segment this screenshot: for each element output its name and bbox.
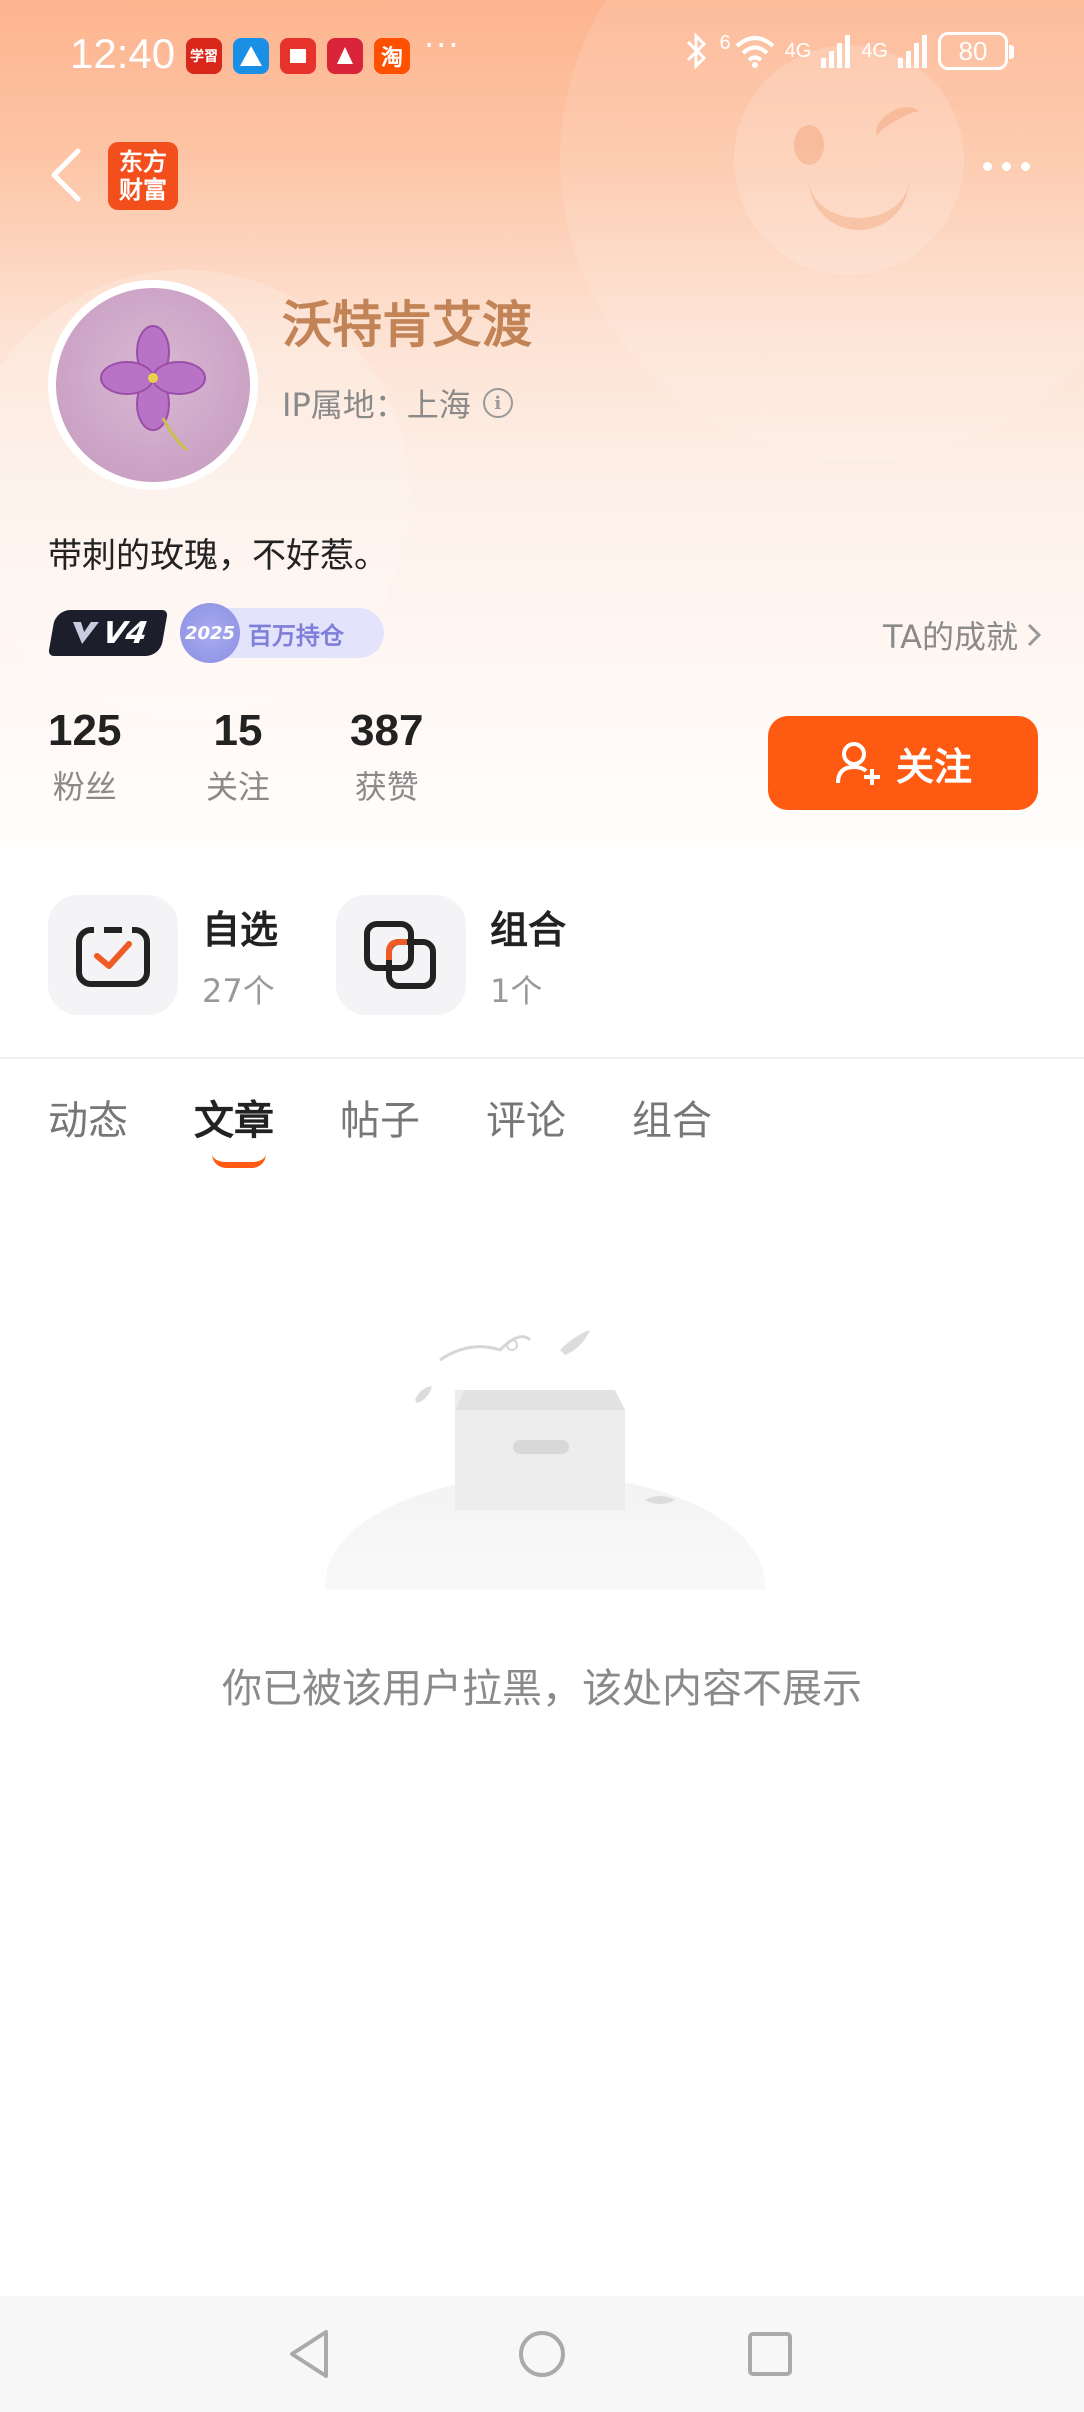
dot-icon [983,162,992,171]
stat-following[interactable]: 15 关注 [206,706,270,808]
stat-value: 15 [213,706,263,755]
tab-label: 组合 [632,1098,712,1144]
status-bar: 12:40 学習 淘 ··· 6 4G 4G 80 [0,0,1084,110]
dot-icon [1021,162,1030,171]
more-notifications-icon: ··· [424,26,461,64]
tab-label: 文章 [194,1098,274,1144]
level-badge[interactable]: V4 [47,610,169,656]
red-app-icon [327,38,363,74]
follow-button-label: 关注 [895,744,972,789]
back-button[interactable] [44,145,88,205]
app-logo[interactable]: 东方财富 [108,142,178,210]
red-news-app-icon [280,38,316,74]
network-type-1: 4G [784,39,812,62]
stat-value: 387 [350,706,424,755]
achievements-label: TA的成就 [883,618,1018,656]
bluetooth-icon [686,32,706,70]
tab-dynamics[interactable]: 动态 [48,1088,128,1146]
level-badge-text: V4 [99,615,151,651]
tab-articles[interactable]: 文章 [194,1088,274,1168]
signal-icon-1 [821,35,851,68]
avatar[interactable] [48,280,258,490]
wifi-icon [735,36,774,68]
follow-button[interactable]: 关注 [768,716,1038,810]
shortcut-count: 27个 [202,971,275,1010]
ip-location-text: IP属地：上海 [282,386,471,424]
v-logo-icon [72,622,99,644]
tab-portfolios[interactable]: 组合 [632,1088,712,1146]
tab-posts[interactable]: 帖子 [340,1088,420,1146]
system-navigation-bar [0,2296,1084,2412]
tab-label: 动态 [48,1098,128,1144]
stat-likes[interactable]: 387 获赞 [350,706,423,808]
nav-back-icon[interactable] [280,2324,340,2384]
tab-label: 评论 [486,1098,566,1144]
more-options-button[interactable] [983,162,1030,171]
wifi-6-badge: 6 [719,31,731,54]
battery-indicator: 80 [938,32,1014,70]
shortcut-title: 组合 [490,907,567,952]
nav-recents-icon[interactable] [740,2324,800,2384]
stat-value: 125 [48,706,122,755]
tab-comments[interactable]: 评论 [486,1088,566,1146]
add-user-icon [835,742,880,785]
user-bio: 带刺的玫瑰，不好惹。 [48,536,388,576]
stat-label: 关注 [206,768,271,806]
stat-fans[interactable]: 125 粉丝 [48,706,121,808]
chevron-left-icon [51,148,81,202]
flower-icon [100,325,206,452]
tab-label: 帖子 [340,1098,420,1144]
avatar-image [56,288,250,482]
info-icon[interactable]: i [482,388,513,418]
shortcut-count: 1个 [490,971,543,1010]
stat-label: 获赞 [354,768,419,806]
blue-app-icon [233,38,269,74]
signal-icon-2 [898,35,927,68]
username: 沃特肯艾渡 [282,296,532,354]
divider [0,1057,1084,1059]
notification-icons: 学習 淘 [186,38,410,74]
badge-shield-icon: 2025 [180,603,240,663]
holding-badge-label: 百万持仓 [248,621,344,650]
shortcut-title: 自选 [202,907,279,952]
portfolio-icon [336,895,466,1015]
active-tab-indicator [212,1154,266,1168]
watchlist-shortcut[interactable]: 自选 27个 [48,895,278,1015]
nav-home-icon[interactable] [512,2324,572,2384]
achievements-link[interactable]: TA的成就 [883,612,1042,658]
holding-badge[interactable]: 2025 百万持仓 [180,603,384,663]
blocked-message: 你已被该用户拉黑，该处内容不展示 [222,1666,862,1712]
status-time: 12:40 [70,30,176,77]
watchlist-icon [48,895,178,1015]
network-type-2: 4G [861,39,888,62]
ip-location: IP属地：上海 i [282,380,513,426]
stat-label: 粉丝 [52,768,117,806]
empty-box-illustration [325,1330,765,1590]
taobao-app-icon: 淘 [374,38,410,74]
system-icons: 6 4G 4G 80 [684,31,1014,70]
portfolio-shortcut[interactable]: 组合 1个 [336,895,566,1015]
chevron-right-icon [1027,623,1042,647]
dot-icon [1002,162,1011,171]
xuexi-app-icon: 学習 [186,38,222,74]
content-tabs: 动态 文章 帖子 评论 组合 [48,1088,712,1168]
